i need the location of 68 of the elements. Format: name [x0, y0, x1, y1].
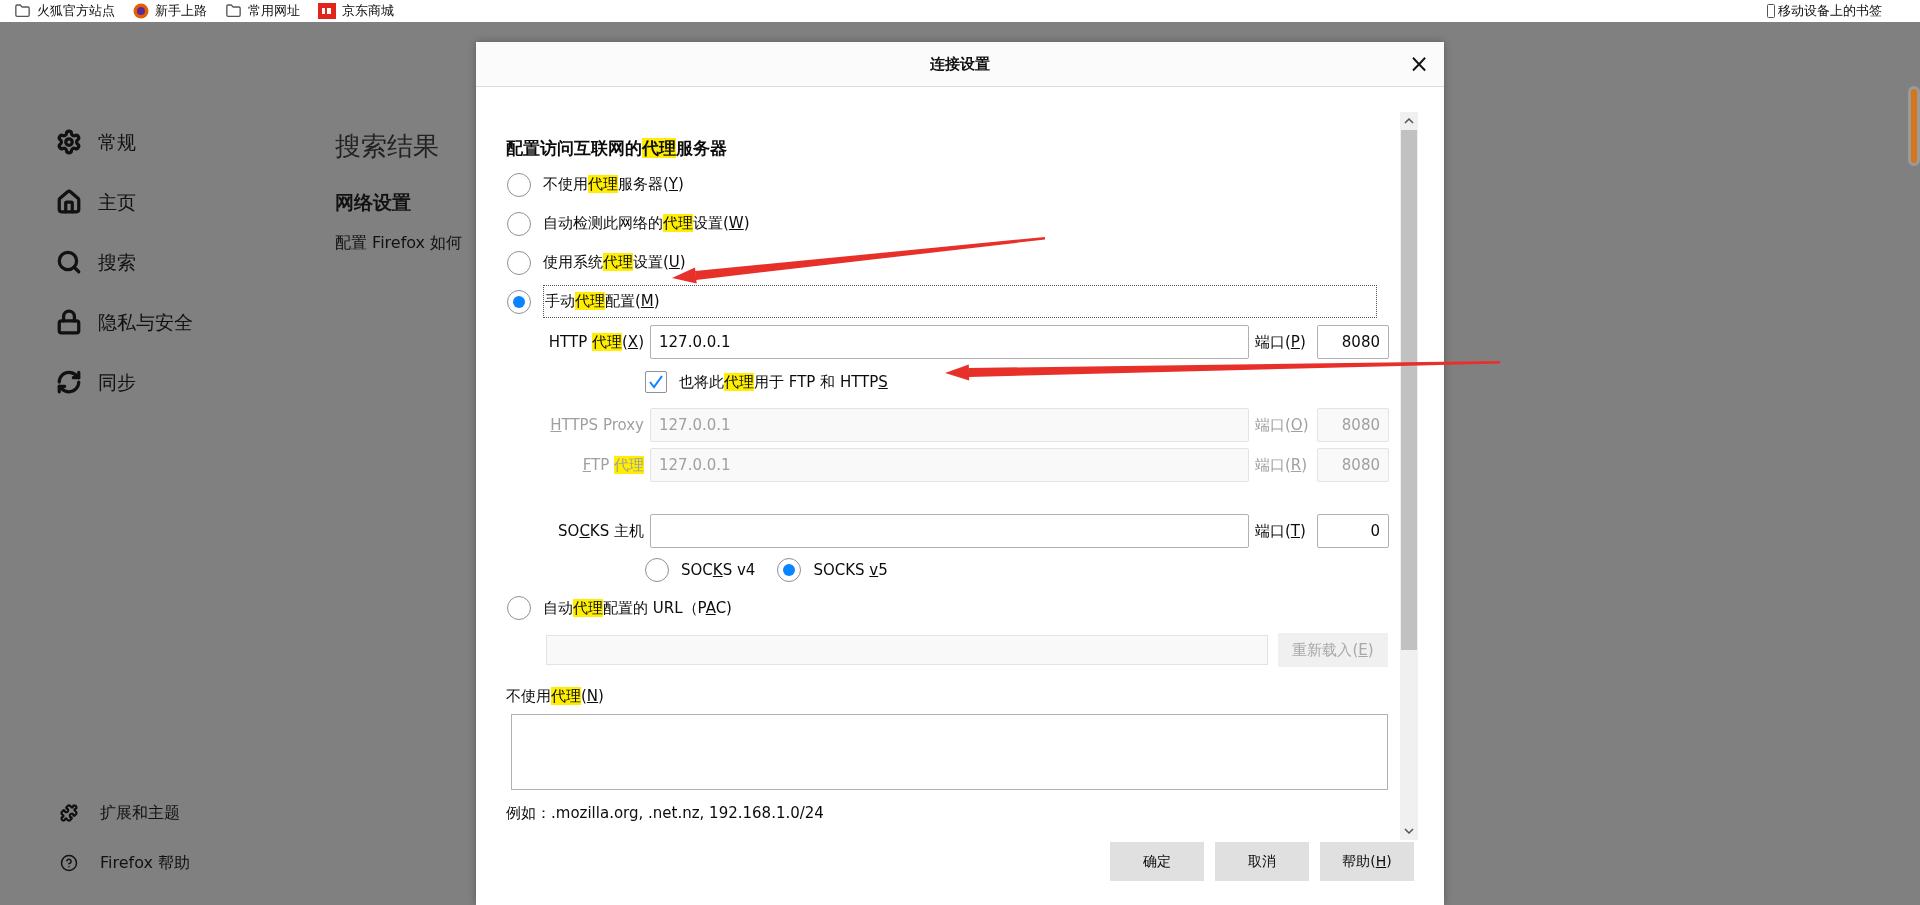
port-label: 端口(O) — [1255, 414, 1310, 436]
proxy-label: HTTP 代理(X) — [547, 331, 644, 353]
scrollbar[interactable] — [1400, 112, 1418, 840]
pac-url-field[interactable] — [546, 635, 1268, 665]
bookmark-link[interactable]: 新手上路 — [155, 1, 207, 21]
proxy-label: SOCKS 主机 — [557, 520, 644, 542]
help-icon — [60, 854, 78, 872]
no-proxy-label: 不使用代理(N) — [506, 686, 605, 707]
sidebar-item[interactable]: 常规 — [98, 127, 136, 157]
search-icon — [56, 249, 82, 275]
proxy-address-field[interactable]: 127.0.0.1 — [650, 325, 1249, 359]
proxy-address-field[interactable] — [650, 514, 1249, 548]
sidebar-item[interactable]: 搜索 — [98, 247, 136, 277]
radio-button[interactable] — [645, 558, 669, 582]
phone-icon — [1767, 4, 1775, 18]
port-label: 端口(T) — [1255, 520, 1307, 542]
dialog-button[interactable]: 确定 — [1110, 842, 1204, 881]
close-button[interactable]: × — [1406, 51, 1432, 77]
checkbox-label[interactable]: 也将此代理用于 FTP 和 HTTPS — [679, 370, 888, 394]
sidebar-link[interactable]: Firefox 帮助 — [100, 851, 191, 875]
radio-button[interactable] — [507, 172, 531, 197]
radio-button[interactable] — [507, 211, 531, 236]
browser-logo-icon — [133, 3, 149, 19]
sidebar-item[interactable]: 同步 — [98, 367, 136, 397]
example-text: 例如：.mozilla.org, .net.nz, 192.168.1.0/24 — [506, 802, 825, 824]
page-heading: 搜索结果 — [335, 130, 440, 163]
sidebar-item[interactable]: 主页 — [98, 187, 136, 217]
radio-label[interactable]: 手动代理配置(M) — [543, 285, 1377, 318]
radio-label[interactable]: 使用系统代理设置(U) — [543, 251, 686, 274]
sync-icon — [56, 369, 82, 395]
bookmark-link[interactable]: 京东商城 — [342, 1, 394, 21]
dialog-button[interactable]: 帮助(H) — [1320, 842, 1414, 881]
mobile-bookmarks-link[interactable]: 移动设备上的书签 — [1778, 1, 1882, 21]
proxy-label: FTP 代理 — [581, 454, 644, 476]
port-field[interactable]: 8080 — [1317, 325, 1389, 359]
no-proxy-textarea[interactable] — [511, 713, 1388, 790]
home-icon — [56, 189, 82, 215]
bookmark-link[interactable]: 火狐官方站点 — [37, 1, 115, 21]
radio-label[interactable]: 自动检测此网络的代理设置(W) — [543, 212, 750, 235]
sidebar-item[interactable]: 隐私与安全 — [98, 307, 193, 337]
proxy-label: HTTPS Proxy — [549, 414, 644, 436]
page-scrollbar[interactable] — [1908, 86, 1920, 166]
radio-button[interactable] — [777, 558, 802, 582]
section-heading: 配置访问互联网的代理服务器 — [506, 137, 728, 159]
bookmark-link[interactable]: 常用网址 — [248, 1, 300, 21]
radio-label[interactable]: 不使用代理服务器(Y) — [543, 173, 684, 196]
folder-icon — [225, 3, 242, 19]
radio-button[interactable] — [507, 250, 531, 275]
port-label: 端口(R) — [1255, 454, 1309, 476]
radio-button[interactable] — [507, 289, 531, 314]
section-description: 配置 Firefox 如何 — [335, 231, 463, 254]
lock-icon — [56, 309, 82, 335]
port-field[interactable]: 0 — [1317, 514, 1389, 548]
dialog-title: 连接设置 — [930, 53, 990, 75]
store-logo-icon — [318, 3, 336, 19]
radio-button[interactable] — [507, 596, 531, 620]
radio-label[interactable]: SOCKS v5 — [813, 558, 888, 582]
folder-icon — [14, 3, 31, 19]
gear-icon — [56, 129, 82, 155]
sidebar-link[interactable]: 扩展和主题 — [100, 801, 180, 825]
scrollbar-thumb[interactable] — [1401, 130, 1417, 650]
radio-label[interactable]: SOCKS v4 — [681, 558, 756, 582]
radio-label[interactable]: 自动代理配置的 URL（PAC) — [543, 596, 732, 620]
dialog-button[interactable]: 取消 — [1215, 842, 1309, 881]
checkbox[interactable] — [645, 371, 667, 393]
section-title: 网络设置 — [335, 190, 412, 215]
port-label: 端口(P) — [1255, 331, 1307, 353]
puzzle-icon — [60, 804, 78, 822]
